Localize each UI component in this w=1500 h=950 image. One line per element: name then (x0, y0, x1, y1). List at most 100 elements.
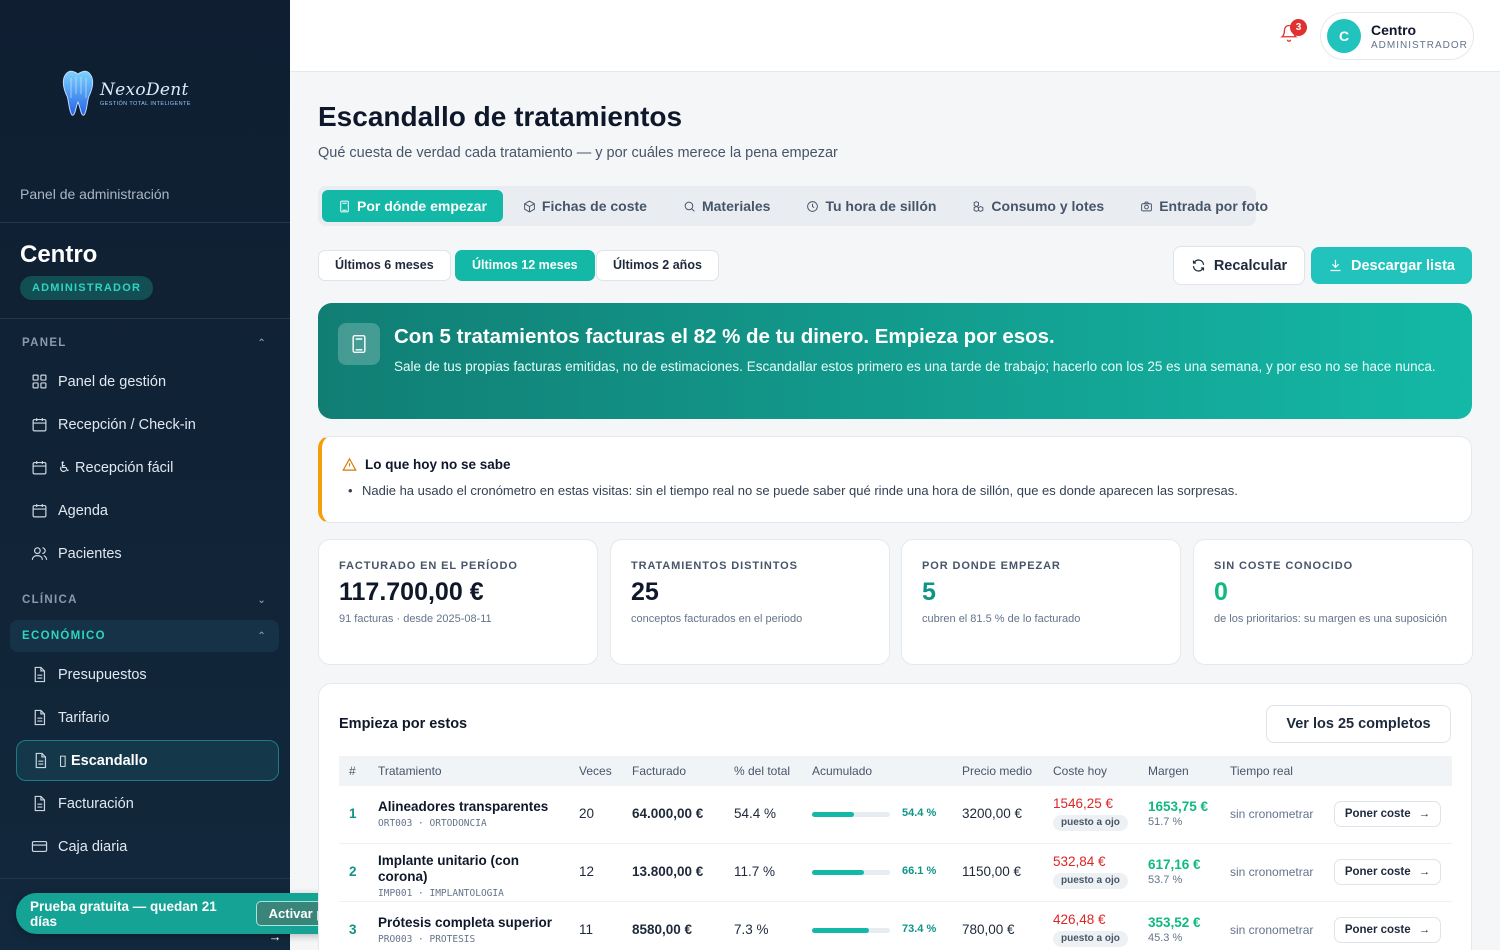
sidebar-item-escandallo[interactable]: ▯ Escandallo (16, 740, 279, 781)
column-header[interactable]: Coste hoy (1053, 756, 1107, 786)
cumulative-bar-fill (812, 870, 864, 875)
tab-fichas-de-coste[interactable]: Fichas de coste (507, 190, 663, 222)
margin-amount: 1653,75 € (1148, 799, 1209, 814)
sidebar-item-recepcion-facil[interactable]: ♿ Recepción fácil (16, 447, 279, 488)
tooth-logo-icon (62, 70, 94, 116)
column-header[interactable]: Tiempo real (1230, 756, 1293, 786)
tab-label: Consumo y lotes (991, 198, 1105, 214)
user-role: ADMINISTRADOR (1371, 39, 1468, 51)
download-list-button[interactable]: Descargar lista (1311, 247, 1472, 284)
section-economico-label: ECONÓMICO (22, 630, 106, 642)
unknowns-alert: Lo que hoy no se sabe Nadie ha usado el … (318, 436, 1472, 523)
column-header[interactable]: Margen (1148, 756, 1189, 786)
tab-por-donde-empezar[interactable]: Por dónde empezar (322, 190, 503, 222)
tab-entrada-por-foto[interactable]: Entrada por foto (1124, 190, 1284, 222)
download-icon (1330, 259, 1341, 272)
column-header[interactable]: Tratamiento (378, 756, 442, 786)
set-cost-label: Poner coste (1344, 866, 1411, 878)
kpi-sub: cubren el 81.5 % de lo facturado (922, 613, 1081, 625)
period-6-months[interactable]: Últimos 6 meses (318, 250, 451, 281)
section-clinica[interactable]: CLÍNICA ⌄ (10, 584, 279, 616)
percent-total: 54.4 % (734, 806, 777, 821)
sidebar-item-agenda[interactable]: Agenda (16, 490, 279, 531)
period-2-years[interactable]: Últimos 2 años (596, 250, 719, 281)
cumulative-percent: 66.1 % (902, 865, 937, 877)
sidebar-item-label: Presupuestos (58, 666, 147, 683)
recalculate-button[interactable]: Recalcular (1173, 246, 1305, 285)
kpi-value: 5 (922, 578, 936, 606)
billed-amount: 8580,00 € (632, 922, 693, 937)
margin-percent: 53.7 % (1148, 874, 1183, 886)
treatment-name: Alineadores transparentes ORT003 · ORTODO… (378, 799, 558, 832)
insight-banner: Con 5 tratamientos facturas el 82 % de t… (318, 303, 1472, 419)
notification-count-badge: 3 (1290, 19, 1307, 36)
estimate-badge: puesto a ojo (1053, 815, 1128, 831)
sidebar-item-label: Recepción / Check-in (58, 416, 196, 433)
kpi-tratamientos: TRATAMIENTOS DISTINTOS 25 conceptos fact… (610, 539, 890, 665)
column-header[interactable]: % del total (734, 756, 790, 786)
sidebar: NexoDent GESTIÓN TOTAL INTELIGENTE Panel… (0, 0, 290, 950)
tab-hora-de-sillon[interactable]: Tu hora de sillón (790, 190, 952, 222)
cumulative-bar (812, 870, 890, 875)
set-cost-button[interactable]: Poner coste → (1334, 801, 1441, 827)
users-icon (31, 547, 48, 560)
recalculate-label: Recalcular (1213, 257, 1288, 274)
kpi-sub: 91 facturas · desde 2025-08-11 (339, 613, 492, 625)
kpi-sub: de los prioritarios: su margen es una su… (1214, 613, 1447, 625)
sidebar-item-facturacion[interactable]: Facturación (16, 783, 279, 824)
tab-materiales[interactable]: Materiales (667, 190, 786, 222)
set-cost-button[interactable]: Poner coste → (1334, 859, 1441, 885)
column-header[interactable]: Precio medio (962, 756, 1032, 786)
tab-label: Por dónde empezar (357, 198, 487, 214)
kpi-value: 117.700,00 € (339, 578, 484, 606)
tab-consumo-y-lotes[interactable]: Consumo y lotes (956, 190, 1120, 222)
cumulative-bar-fill (812, 812, 855, 817)
column-header[interactable]: Facturado (632, 756, 686, 786)
sidebar-item-presupuestos[interactable]: Presupuestos (16, 654, 279, 695)
treatment-name-text: Implante unitario (con corona) (378, 853, 520, 884)
billed-amount: 13.800,00 € (632, 864, 704, 879)
column-header[interactable]: Acumulado (812, 756, 872, 786)
grid-icon (32, 374, 47, 389)
sidebar-item-label: ♿ Recepción fácil (58, 459, 174, 476)
arrow-right-icon: → (1418, 924, 1431, 936)
real-time-status: sin cronometrar (1230, 807, 1314, 821)
table-row[interactable]: 1 Alineadores transparentes ORT003 · ORTO… (339, 786, 1452, 844)
section-panel-label: PANEL (22, 337, 67, 349)
calculator-icon (338, 323, 380, 365)
view-all-button[interactable]: Ver los 25 completos (1266, 705, 1451, 743)
boxes-icon (974, 200, 984, 212)
sidebar-item-tarifario[interactable]: Tarifario (16, 697, 279, 738)
sidebar-item-pacientes[interactable]: Pacientes (16, 533, 279, 574)
role-badge: ADMINISTRADOR (20, 276, 154, 300)
sidebar-item-panel-gestion[interactable]: Panel de gestión (16, 361, 279, 402)
table-row[interactable]: 2 Implante unitario (con corona) IMP001 ·… (339, 844, 1452, 902)
row-rank: 3 (349, 922, 357, 937)
table-row[interactable]: 3 Prótesis completa superior PRO003 · PRO… (339, 902, 1452, 950)
treatment-name-text: Alineadores transparentes (378, 799, 549, 814)
kpi-label: SIN COSTE CONOCIDO (1214, 560, 1354, 572)
section-panel[interactable]: PANEL ⌃ (10, 327, 279, 359)
sidebar-item-caja-diaria[interactable]: Caja diaria (16, 826, 279, 867)
camera-icon (1141, 201, 1153, 211)
alert-title: Lo que hoy no se sabe (365, 457, 511, 472)
user-menu[interactable]: C Centro ADMINISTRADOR (1320, 12, 1474, 60)
brand-name: NexoDent (100, 79, 189, 100)
section-economico[interactable]: ECONÓMICO ⌃ (10, 620, 279, 652)
kpi-por-donde-empezar: POR DONDE EMPEZAR 5 cubren el 81.5 % de … (901, 539, 1181, 665)
set-cost-button[interactable]: Poner coste → (1334, 917, 1441, 943)
warning-icon (342, 457, 357, 471)
times-count: 20 (579, 806, 595, 821)
sidebar-item-label: Panel de gestión (58, 373, 167, 390)
billed-amount: 64.000,00 € (632, 806, 704, 821)
sidebar-item-recepcion[interactable]: Recepción / Check-in (16, 404, 279, 445)
document-icon (34, 795, 46, 812)
period-12-months[interactable]: Últimos 12 meses (455, 250, 595, 281)
kpi-value: 0 (1214, 578, 1228, 606)
column-header[interactable]: # (349, 756, 356, 786)
chevron-up-icon: ⌃ (257, 337, 267, 349)
nexodent-logo[interactable]: NexoDent GESTIÓN TOTAL INTELIGENTE (60, 68, 191, 118)
column-header[interactable]: Veces (579, 756, 612, 786)
calendar-icon (32, 461, 47, 475)
tab-label: Materiales (701, 198, 771, 214)
